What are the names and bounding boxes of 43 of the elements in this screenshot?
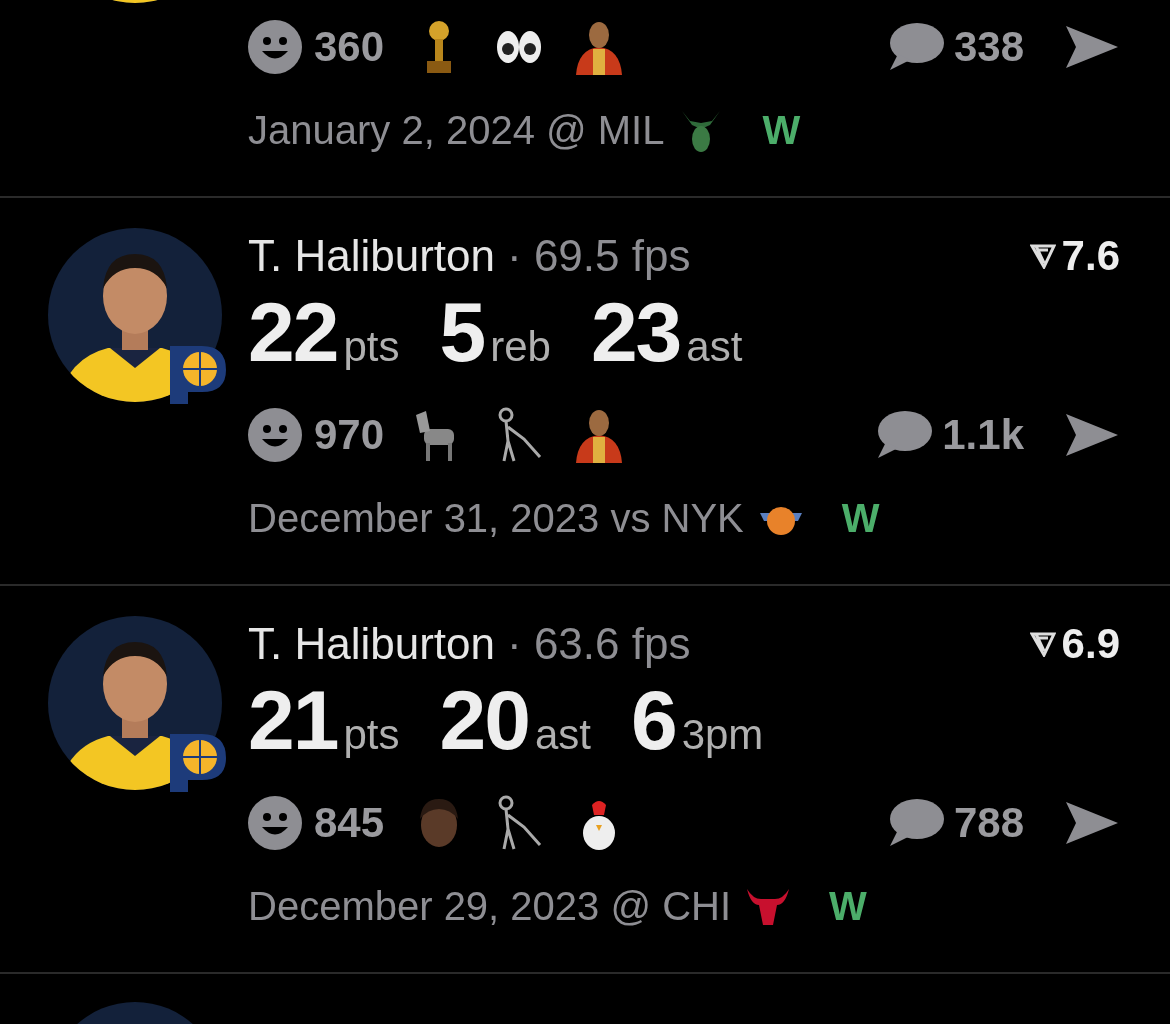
send-icon[interactable] bbox=[1064, 800, 1120, 846]
stat-value: 20 bbox=[439, 672, 529, 769]
send-icon[interactable] bbox=[1064, 24, 1120, 70]
game-date: December 29, 2023 @ CHI bbox=[248, 883, 732, 929]
stat-value: 21 bbox=[248, 672, 338, 769]
game-result: W bbox=[841, 495, 880, 541]
stat-unit: pts bbox=[343, 323, 400, 371]
rating-icon bbox=[1029, 243, 1056, 269]
player-name: T. Haliburton bbox=[248, 231, 495, 281]
rating-value: 7.6 bbox=[1061, 232, 1120, 280]
game-date: January 2, 2024 @ MIL bbox=[248, 107, 665, 153]
stat-unit: ast bbox=[686, 323, 743, 371]
reaction-count: 845 bbox=[314, 799, 385, 847]
person-icon[interactable] bbox=[574, 407, 625, 463]
fantasy-points: · 63.6 fps bbox=[507, 619, 691, 669]
comment-count: 338 bbox=[953, 23, 1024, 71]
comment-count: 1.1k bbox=[942, 411, 1024, 459]
comment-icon[interactable] bbox=[876, 410, 933, 460]
stat-unit: reb bbox=[490, 323, 551, 371]
stat-unit: 3pm bbox=[681, 711, 764, 759]
smiley-icon[interactable] bbox=[248, 796, 302, 850]
smiley-icon[interactable] bbox=[248, 20, 302, 74]
send-icon[interactable] bbox=[1064, 412, 1120, 458]
comment-icon[interactable] bbox=[887, 798, 944, 848]
rating-icon bbox=[1029, 631, 1056, 657]
game-result: W bbox=[762, 107, 801, 153]
game-result: W bbox=[829, 883, 867, 929]
rating-value: 6.9 bbox=[1061, 620, 1120, 668]
stat-value: 23 bbox=[590, 284, 681, 381]
reaction-count: 360 bbox=[314, 23, 385, 71]
stat-unit: pts bbox=[343, 711, 400, 759]
reaction-count: 970 bbox=[314, 411, 385, 459]
comment-icon[interactable] bbox=[887, 22, 944, 72]
smiley-icon[interactable] bbox=[248, 408, 302, 462]
fantasy-points: · 69.5 fps bbox=[507, 231, 691, 281]
person-icon[interactable] bbox=[574, 19, 625, 75]
stat-value: 22 bbox=[248, 284, 338, 381]
stat-unit: ast bbox=[534, 711, 591, 759]
stat-value: 5 bbox=[439, 284, 485, 381]
comment-count: 788 bbox=[953, 799, 1024, 847]
stat-value: 6 bbox=[630, 672, 676, 769]
player-name: T. Haliburton bbox=[248, 619, 495, 669]
game-date: December 31, 2023 vs NYK bbox=[248, 495, 744, 541]
